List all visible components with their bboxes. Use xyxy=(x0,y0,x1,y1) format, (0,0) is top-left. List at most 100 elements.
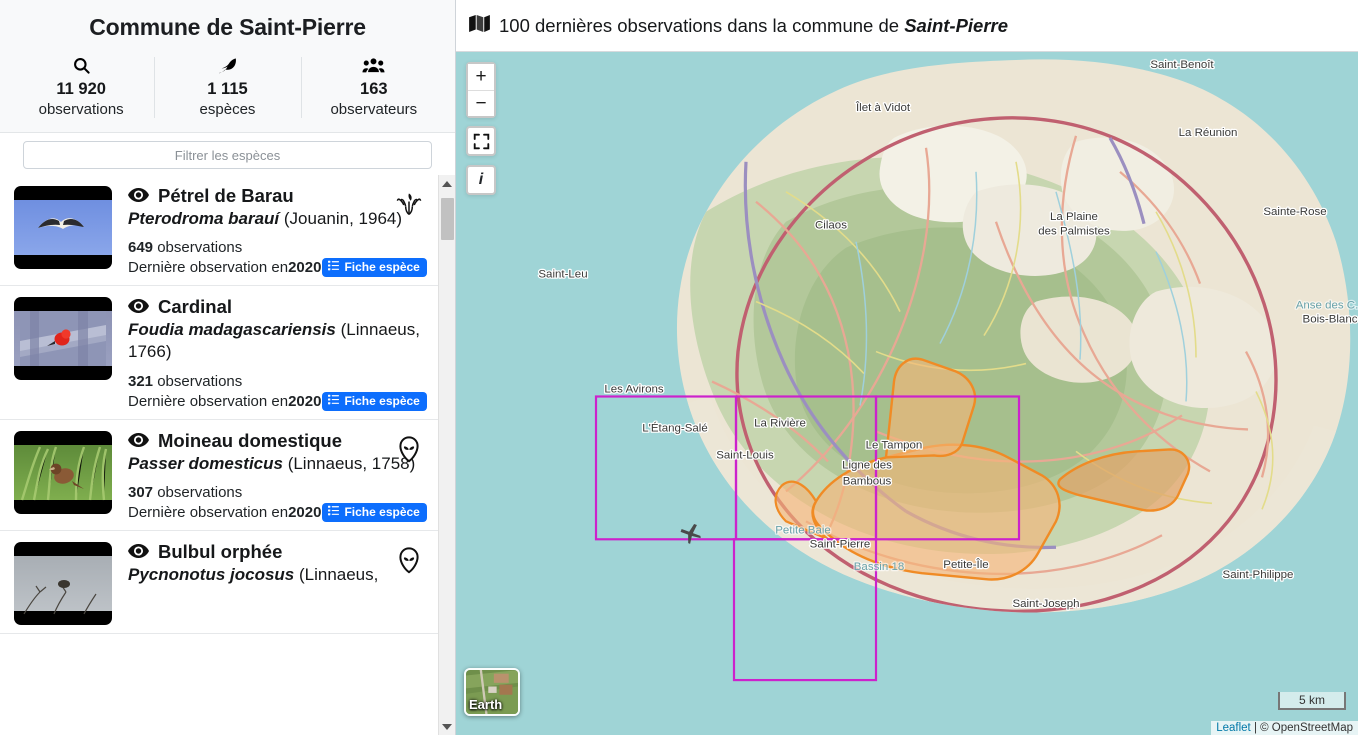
stats-row: 11 920 observations 1 115 espèces 163 ob… xyxy=(8,51,447,132)
fullscreen-icon xyxy=(473,133,489,149)
species-name: Moineau domestique xyxy=(158,429,342,451)
last-observation: Dernière observation en 2020 Fiche espèc… xyxy=(128,502,430,522)
map-label: Saint-Philippe xyxy=(1223,569,1294,581)
zoom-control[interactable]: + − xyxy=(466,62,496,118)
species-observations: 321 observations xyxy=(128,373,430,390)
species-observations: 649 observations xyxy=(128,239,430,256)
species-latin-name: Pycnonotus jocosus xyxy=(128,564,295,584)
stat-species-value: 1 115 xyxy=(207,80,248,98)
list-item[interactable]: Moineau domestique Passer domesticus (Li… xyxy=(0,419,438,531)
fiche-espece-button[interactable]: Fiche espèce xyxy=(322,391,427,411)
layer-switcher-earth[interactable]: Earth xyxy=(464,668,520,716)
zoom-in-button[interactable]: + xyxy=(468,64,494,90)
fiche-espece-label: Fiche espèce xyxy=(344,504,420,519)
exotic-species-icon xyxy=(394,434,424,464)
observers-icon xyxy=(305,53,443,77)
stat-observers-label: observateurs xyxy=(330,101,418,118)
species-observations-count: 307 xyxy=(128,483,154,501)
species-list-viewport: Dernière observation en 2020 Fiche xyxy=(0,175,455,735)
species-list: Dernière observation en 2020 Fiche xyxy=(0,175,438,634)
eye-icon xyxy=(128,429,149,452)
eye-icon xyxy=(128,295,149,318)
species-latin: Pycnonotus jocosus (Linnaeus, xyxy=(128,564,430,586)
eye-icon xyxy=(128,184,149,207)
species-thumbnail[interactable] xyxy=(14,541,112,625)
species-observations-count: 649 xyxy=(128,239,154,257)
map-label: Îlet à Vidot xyxy=(855,101,911,114)
search-input[interactable] xyxy=(23,141,432,169)
map-label: Petite-Île xyxy=(943,558,988,571)
stat-observations-label: observations xyxy=(38,101,124,118)
fiche-espece-button[interactable]: Fiche espèce xyxy=(322,258,427,278)
exotic-species-icon xyxy=(394,545,424,575)
map-label: Anse des C. xyxy=(1296,300,1358,312)
map-label: Les Avirons xyxy=(604,384,663,396)
map-label: Saint-Leu xyxy=(538,269,587,281)
species-name-row: Bulbul orphée xyxy=(128,540,430,563)
species-name: Pétrel de Barau xyxy=(158,185,294,206)
species-sidebar: Commune de Saint-Pierre 11 920 observati… xyxy=(0,0,456,735)
fullscreen-button[interactable] xyxy=(466,126,496,156)
map-label: Bois-Blanc xyxy=(1303,314,1358,326)
leaflet-map[interactable]: Saint-Benoît Îlet à Vidot La Réunion Cilaos… xyxy=(456,51,1358,735)
map-canvas: Saint-Benoît Îlet à Vidot La Réunion Cilaos… xyxy=(456,52,1358,735)
info-button[interactable]: i xyxy=(466,165,496,195)
fiche-espece-button[interactable]: Fiche espèce xyxy=(322,502,427,522)
map-label: Bassin 18 xyxy=(854,561,904,573)
map-label: Sainte-Rose xyxy=(1263,206,1326,218)
map-label: Ligne des xyxy=(842,459,892,471)
eye-icon xyxy=(128,540,149,563)
species-observations-label: observations xyxy=(157,483,243,501)
map-label: Cilaos xyxy=(815,220,847,232)
list-item[interactable]: Cardinal Foudia madagascariensis (Linnae… xyxy=(0,286,438,420)
species-name-row: Cardinal xyxy=(128,295,430,318)
list-item[interactable]: Pétrel de Barau Pterodroma barauí (Jouan… xyxy=(0,175,438,287)
last-observation-text: Dernière observation en xyxy=(128,503,289,521)
scrollbar-thumb[interactable] xyxy=(441,198,454,240)
map-label: La Réunion xyxy=(1179,127,1238,139)
species-thumbnail[interactable] xyxy=(14,430,112,514)
list-item[interactable]: Bulbul orphée Pycnonotus jocosus (Linnae… xyxy=(0,530,438,634)
map-attribution: Leaflet | © OpenStreetMap xyxy=(1211,721,1358,735)
stat-observers: 163 observateurs xyxy=(300,51,447,124)
osm-attribution: © OpenStreetMap xyxy=(1260,722,1353,734)
protected-species-icon xyxy=(394,189,424,219)
map-label: Bambous xyxy=(843,475,892,487)
map-label: Petite Baie xyxy=(775,524,831,536)
page-title: Commune de Saint-Pierre xyxy=(89,14,366,40)
scroll-down-button[interactable] xyxy=(439,718,455,735)
stat-species-label: espèces xyxy=(199,101,256,118)
app-root: Commune de Saint-Pierre 11 920 observati… xyxy=(0,0,1358,735)
species-thumbnail[interactable] xyxy=(14,186,112,269)
last-observation-text: Dernière observation en xyxy=(128,259,289,277)
search-icon xyxy=(12,53,150,77)
map-label: Saint-Benoît xyxy=(1150,59,1214,71)
scroll-up-button[interactable] xyxy=(439,175,455,192)
leaflet-link[interactable]: Leaflet xyxy=(1216,722,1251,734)
species-thumbnail[interactable] xyxy=(14,297,112,381)
map-label: des Palmistes xyxy=(1038,226,1110,238)
layer-label: Earth xyxy=(469,697,503,712)
map-panel: 100 dernières observations dans la commu… xyxy=(456,0,1358,735)
leaf-icon xyxy=(158,53,296,77)
attribution-separator: | xyxy=(1250,722,1261,734)
last-observation-text: Dernière observation en xyxy=(128,392,289,410)
map-header: 100 dernières observations dans la commu… xyxy=(456,0,1358,51)
stat-observations-value: 11 920 xyxy=(56,80,106,98)
stat-observations: 11 920 observations xyxy=(8,51,154,124)
species-name: Cardinal xyxy=(158,296,233,318)
map-label: Saint-Louis xyxy=(716,449,774,461)
fiche-espece-label: Fiche espèce xyxy=(344,393,420,408)
zoom-out-button[interactable]: − xyxy=(468,90,494,116)
species-name-row: Moineau domestique xyxy=(128,429,430,452)
species-author: (Jouanin, 1964) xyxy=(279,209,403,229)
species-list-scrollbar[interactable] xyxy=(438,175,455,735)
species-name-row: Pétrel de Barau xyxy=(128,184,430,207)
species-latin: Passer domesticus (Linnaeus, 1758) xyxy=(128,453,430,475)
scale-bar: 5 km xyxy=(1278,692,1346,710)
species-observations-label: observations xyxy=(157,239,243,257)
last-observation-year: 2020 xyxy=(288,392,322,410)
species-author: (Linnaeus, xyxy=(294,564,379,584)
species-name: Bulbul orphée xyxy=(158,540,283,562)
info-icon: i xyxy=(478,171,484,188)
